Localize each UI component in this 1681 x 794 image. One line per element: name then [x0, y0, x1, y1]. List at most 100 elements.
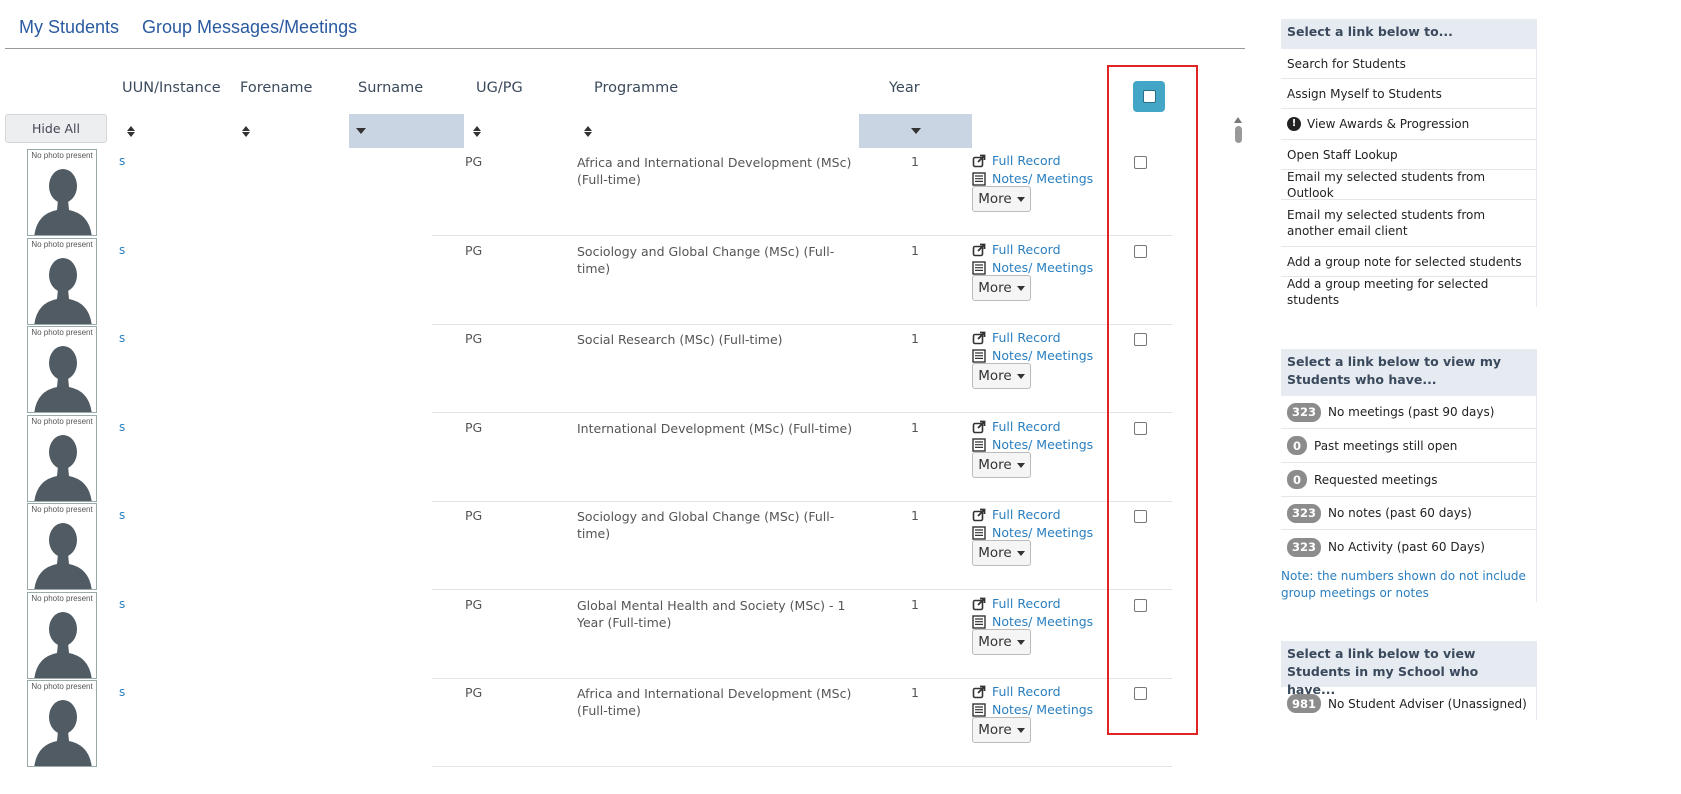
row-select-checkbox[interactable]	[1134, 245, 1147, 258]
open-staff-lookup-link[interactable]: Open Staff Lookup	[1281, 140, 1536, 170]
scroll-up-arrow-icon[interactable]	[1234, 117, 1242, 123]
table-row: No photo present s PG Africa and Interna…	[0, 679, 1172, 767]
uun-link[interactable]: s	[119, 685, 125, 699]
item-label: Requested meetings	[1314, 472, 1438, 487]
row-select-checkbox[interactable]	[1134, 510, 1147, 523]
full-record-link[interactable]: Full Record	[972, 684, 1061, 699]
filter-no-notes-link[interactable]: 323 No notes (past 60 days)	[1281, 497, 1536, 530]
silhouette-icon	[34, 346, 92, 412]
silhouette-icon	[34, 169, 92, 235]
search-for-students-link[interactable]: Search for Students	[1281, 49, 1536, 79]
hide-all-button[interactable]: Hide All	[5, 114, 107, 143]
more-dropdown-button[interactable]: More	[972, 629, 1031, 655]
row-select-checkbox[interactable]	[1134, 687, 1147, 700]
ugpg-cell: PG	[465, 331, 483, 346]
uun-link[interactable]: s	[119, 243, 125, 257]
sort-programme-button[interactable]	[584, 114, 604, 148]
more-dropdown-button[interactable]: More	[972, 363, 1031, 389]
count-badge: 323	[1287, 503, 1322, 523]
item-label: No meetings (past 90 days)	[1328, 405, 1495, 419]
uun-link[interactable]: s	[119, 508, 125, 522]
programme-cell: Africa and International Development (MS…	[577, 686, 852, 718]
count-badge: 323	[1287, 402, 1322, 422]
notes-meetings-link[interactable]: Notes/ Meetings	[972, 260, 1093, 275]
caret-down-icon	[1016, 462, 1025, 468]
more-dropdown-button[interactable]: More	[972, 452, 1031, 478]
email-other-client-link[interactable]: Email my selected students from another …	[1281, 200, 1536, 247]
full-record-label: Full Record	[992, 242, 1061, 257]
item-label: Assign Myself to Students	[1287, 86, 1442, 101]
sort-year-button[interactable]	[859, 114, 972, 148]
item-label: View Awards & Progression	[1307, 117, 1470, 131]
row-select-checkbox[interactable]	[1134, 599, 1147, 612]
tab-bar: My Students Group Messages/Meetings	[5, 0, 1245, 49]
filter-no-activity-link[interactable]: 323 No Activity (past 60 Days)	[1281, 530, 1536, 564]
full-record-link[interactable]: Full Record	[972, 419, 1061, 434]
tab-my-students[interactable]: My Students	[19, 17, 119, 38]
student-photo: No photo present	[27, 238, 97, 325]
external-link-icon	[972, 508, 986, 522]
scrollbar[interactable]	[1233, 115, 1243, 755]
table-row: No photo present s PG International Deve…	[0, 414, 1172, 502]
caret-down-icon	[1016, 373, 1025, 379]
full-record-link[interactable]: Full Record	[972, 507, 1061, 522]
programme-cell: Sociology and Global Change (MSc) (Full-…	[577, 509, 835, 541]
select-all-checkbox-button[interactable]	[1133, 81, 1165, 112]
email-outlook-link[interactable]: Email my selected students from Outlook	[1281, 170, 1536, 200]
notes-meetings-link[interactable]: Notes/ Meetings	[972, 348, 1093, 363]
more-dropdown-button[interactable]: More	[972, 186, 1031, 212]
count-badge: 0	[1287, 470, 1307, 489]
sort-uun-button[interactable]	[127, 114, 147, 148]
row-select-checkbox[interactable]	[1134, 333, 1147, 346]
notes-meetings-link[interactable]: Notes/ Meetings	[972, 614, 1093, 629]
view-awards-progression-link[interactable]: ! View Awards & Progression	[1281, 109, 1536, 140]
silhouette-icon	[34, 612, 92, 678]
full-record-label: Full Record	[992, 596, 1061, 611]
full-record-link[interactable]: Full Record	[972, 242, 1061, 257]
column-header-forename: Forename	[240, 80, 313, 96]
notes-meetings-link[interactable]: Notes/ Meetings	[972, 437, 1093, 452]
tab-group-messages-meetings[interactable]: Group Messages/Meetings	[142, 17, 357, 38]
my-students-filters-panel: Select a link below to view my Students …	[1281, 349, 1537, 602]
external-link-icon	[972, 154, 986, 168]
student-photo: No photo present	[27, 149, 97, 236]
sort-icon	[473, 125, 481, 137]
table-row: No photo present s PG Africa and Interna…	[0, 148, 1172, 236]
row-select-checkbox[interactable]	[1134, 156, 1147, 169]
more-dropdown-button[interactable]: More	[972, 717, 1031, 743]
add-group-meeting-link[interactable]: Add a group meeting for selected student…	[1281, 277, 1536, 307]
sort-ugpg-button[interactable]	[473, 114, 493, 148]
filter-no-meetings-link[interactable]: 323 No meetings (past 90 days)	[1281, 396, 1536, 429]
ugpg-cell: PG	[465, 508, 483, 523]
sort-forename-button[interactable]	[242, 114, 262, 148]
scroll-thumb[interactable]	[1234, 126, 1242, 143]
uun-link[interactable]: s	[119, 420, 125, 434]
notes-meetings-link[interactable]: Notes/ Meetings	[972, 171, 1093, 186]
more-label: More	[978, 191, 1012, 207]
uun-link[interactable]: s	[119, 331, 125, 345]
row-select-checkbox[interactable]	[1134, 422, 1147, 435]
item-label: Search for Students	[1287, 56, 1406, 71]
add-group-note-link[interactable]: Add a group note for selected students	[1281, 247, 1536, 277]
sort-surname-button[interactable]	[349, 114, 464, 148]
notes-meetings-link[interactable]: Notes/ Meetings	[972, 525, 1093, 540]
uun-link[interactable]: s	[119, 597, 125, 611]
row-divider	[432, 235, 1172, 236]
assign-myself-link[interactable]: Assign Myself to Students	[1281, 79, 1536, 109]
full-record-label: Full Record	[992, 507, 1061, 522]
full-record-link[interactable]: Full Record	[972, 330, 1061, 345]
more-dropdown-button[interactable]: More	[972, 275, 1031, 301]
photo-label: No photo present	[31, 505, 93, 514]
full-record-link[interactable]: Full Record	[972, 153, 1061, 168]
filter-requested-meetings-link[interactable]: 0 Requested meetings	[1281, 463, 1536, 497]
my-students-filters-title: Select a link below to view my Students …	[1281, 349, 1536, 396]
notes-meetings-label: Notes/ Meetings	[992, 437, 1094, 452]
counts-note: Note: the numbers shown do not include g…	[1281, 569, 1526, 600]
notes-meetings-link[interactable]: Notes/ Meetings	[972, 702, 1093, 717]
uun-link[interactable]: s	[119, 154, 125, 168]
more-dropdown-button[interactable]: More	[972, 540, 1031, 566]
filter-past-meetings-open-link[interactable]: 0 Past meetings still open	[1281, 429, 1536, 463]
ugpg-cell: PG	[465, 597, 483, 612]
full-record-link[interactable]: Full Record	[972, 596, 1061, 611]
caret-down-icon	[1016, 727, 1025, 733]
